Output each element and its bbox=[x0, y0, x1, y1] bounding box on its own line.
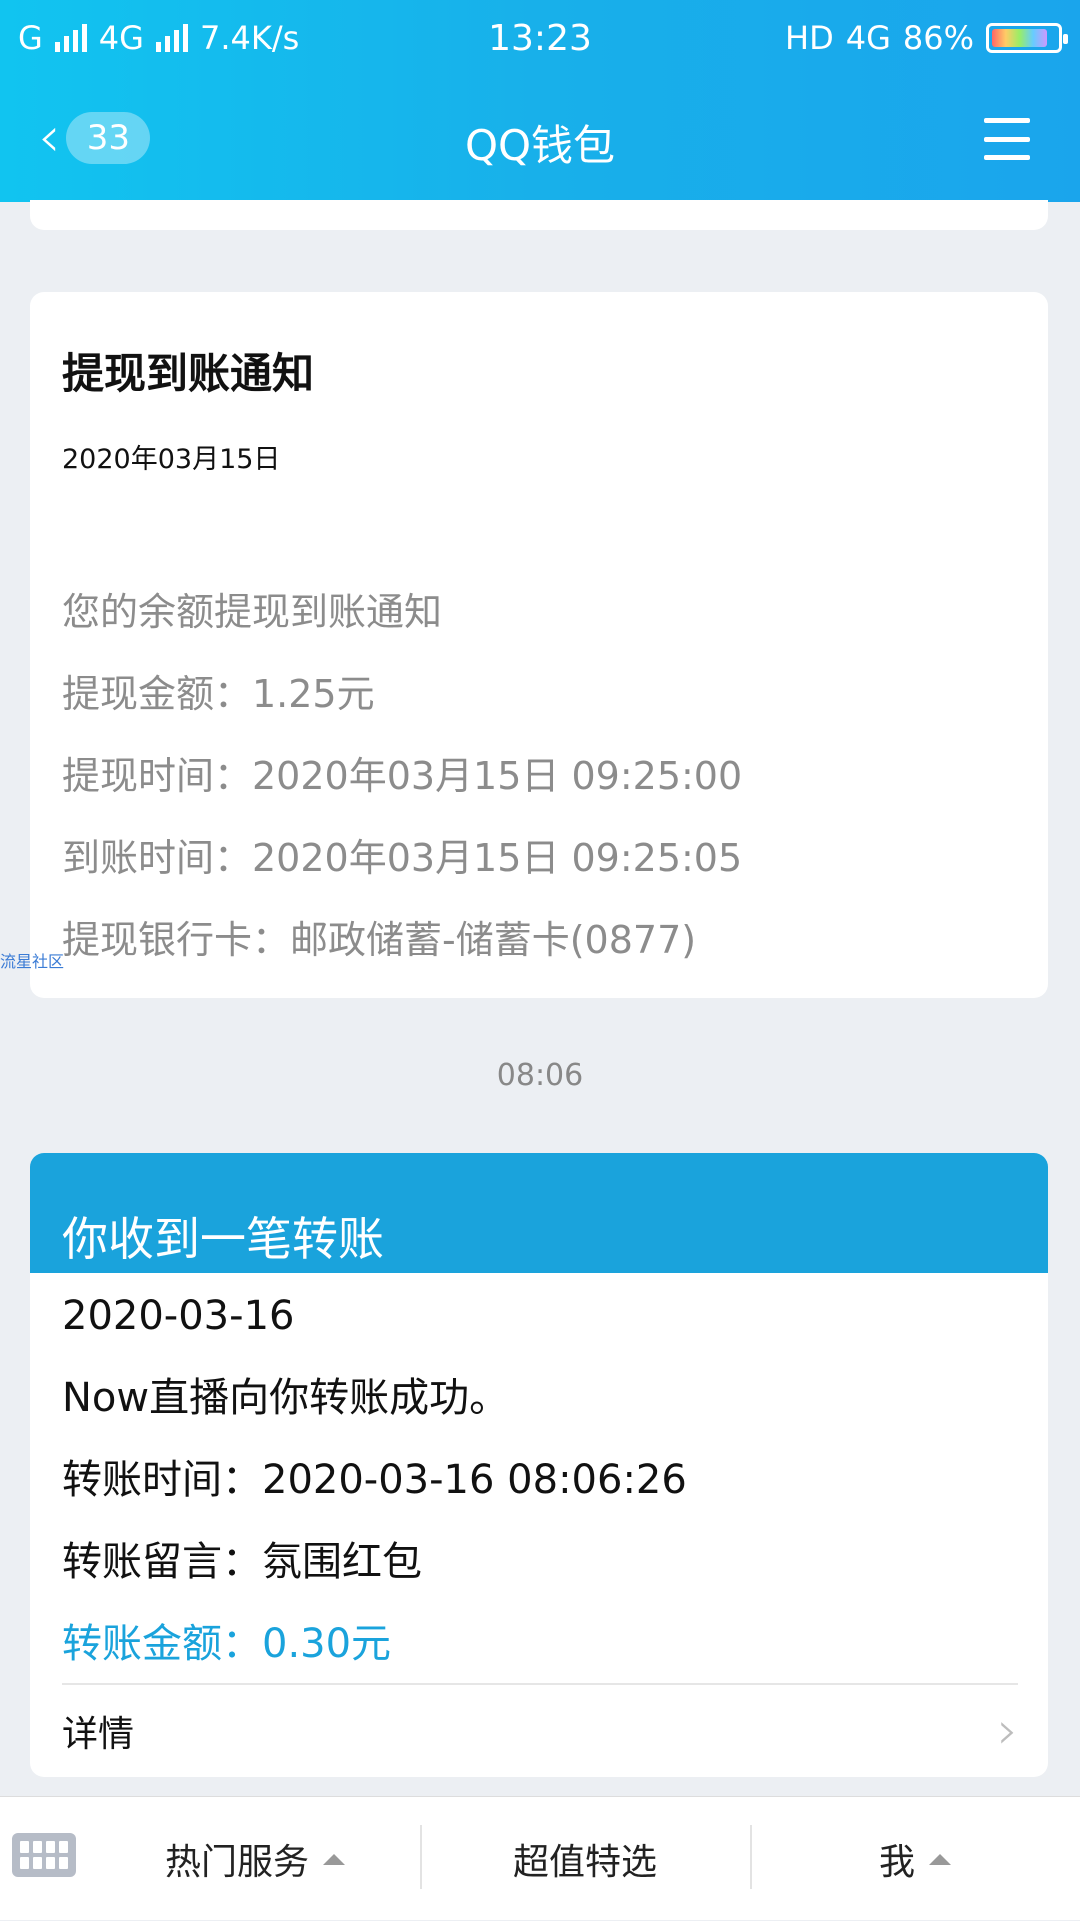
withdraw-time: 提现时间：2020年03月15日 09:25:00 bbox=[62, 754, 743, 798]
transfer-date: 2020-03-16 bbox=[62, 1293, 295, 1339]
transfer-note: 转账留言：氛围红包 bbox=[62, 1539, 422, 1585]
status-time: 13:23 bbox=[488, 17, 592, 59]
page-title: QQ钱包 bbox=[464, 121, 616, 170]
transfer-message: Now直播向你转账成功。 bbox=[62, 1375, 510, 1421]
tab-hot-services[interactable]: 热门服务 bbox=[90, 1797, 420, 1921]
tab-deals[interactable]: 超值特选 bbox=[420, 1797, 750, 1921]
menu-button[interactable] bbox=[984, 118, 1030, 160]
previous-card bbox=[30, 200, 1048, 230]
detail-row[interactable]: 详情 › bbox=[62, 1683, 1018, 1777]
battery-icon bbox=[986, 23, 1068, 53]
tab-me[interactable]: 我 bbox=[750, 1797, 1080, 1921]
message-timestamp: 08:06 bbox=[496, 1058, 584, 1093]
detail-label: 详情 bbox=[62, 1714, 135, 1755]
signal-icon bbox=[54, 24, 87, 52]
card-date: 2020年03月15日 bbox=[62, 444, 281, 475]
withdraw-notice-card[interactable]: 提现到账通知 2020年03月15日 您的余额提现到账通知 提现金额：1.25元… bbox=[30, 292, 1048, 998]
card-title: 提现到账通知 bbox=[62, 349, 315, 398]
top-bar: G 4G 7.4K/s 13:23 HD 4G 86% ‹ 33 QQ钱包 bbox=[0, 0, 1080, 202]
network-label: 4G bbox=[98, 19, 144, 57]
transfer-card[interactable]: 你收到一笔转账 2020-03-16 Now直播向你转账成功。 转账时间：202… bbox=[30, 1153, 1048, 1777]
transfer-time: 转账时间：2020-03-16 08:06:26 bbox=[62, 1457, 687, 1503]
tab-label: 超值特选 bbox=[512, 1842, 657, 1883]
network-label-2: 4G bbox=[845, 19, 891, 57]
notice-line: 您的余额提现到账通知 bbox=[62, 590, 443, 634]
nav-bar: ‹ 33 QQ钱包 bbox=[0, 92, 1080, 188]
status-bar: G 4G 7.4K/s 13:23 HD 4G 86% bbox=[18, 14, 1068, 62]
keyboard-icon[interactable] bbox=[12, 1833, 76, 1877]
tab-label: 热门服务 bbox=[164, 1842, 309, 1883]
signal-icon-2 bbox=[155, 24, 188, 52]
caret-up-icon bbox=[323, 1853, 345, 1865]
watermark: 流星社区 bbox=[0, 952, 65, 971]
bottom-bar: 热门服务 超值特选 我 bbox=[0, 1796, 1080, 1920]
net-speed: 7.4K/s bbox=[199, 19, 300, 57]
chevron-right-icon: › bbox=[997, 1701, 1018, 1761]
bank-card: 提现银行卡：邮政储蓄-储蓄卡(0877) bbox=[62, 918, 697, 962]
tab-label: 我 bbox=[878, 1842, 915, 1883]
battery-percent: 86% bbox=[902, 19, 974, 57]
arrival-time: 到账时间：2020年03月15日 09:25:05 bbox=[62, 836, 743, 880]
transfer-header: 你收到一笔转账 bbox=[30, 1153, 1048, 1273]
carrier-label: G bbox=[18, 19, 43, 57]
caret-up-icon bbox=[929, 1853, 951, 1865]
withdraw-amount: 提现金额：1.25元 bbox=[62, 672, 375, 716]
hd-label: HD bbox=[785, 19, 834, 57]
menu-icon bbox=[984, 118, 1030, 123]
